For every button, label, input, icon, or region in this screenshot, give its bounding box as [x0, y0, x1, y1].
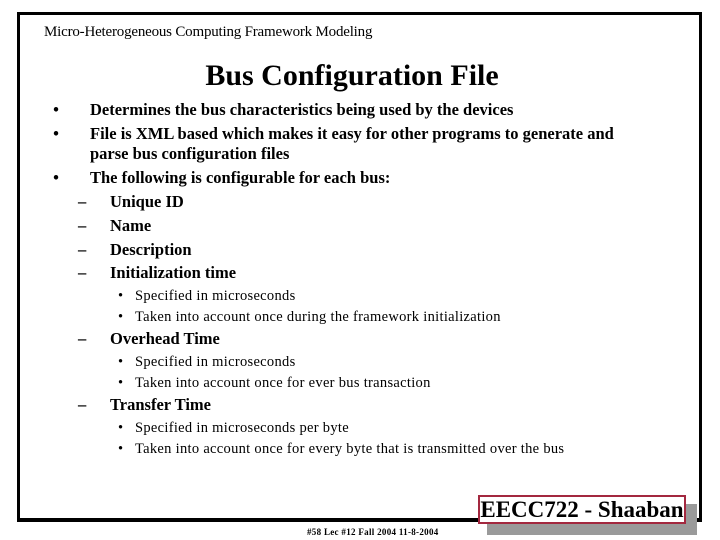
bullet-marker: •	[53, 100, 59, 119]
dash-marker: –	[78, 216, 87, 235]
detail-text: Taken into account once during the frame…	[135, 309, 501, 325]
detail-text: Specified in microseconds per byte	[135, 420, 349, 436]
slide-frame: Micro-Heterogeneous Computing Framework …	[17, 12, 702, 522]
dash-marker: –	[78, 240, 87, 259]
bullet-text: File is XML based which makes it easy fo…	[90, 124, 614, 143]
slide-header: Micro-Heterogeneous Computing Framework …	[44, 24, 373, 40]
detail-text: Taken into account once for every byte t…	[135, 441, 565, 457]
dash-marker: –	[78, 192, 87, 211]
detail-marker: •	[118, 420, 124, 436]
detail-text: Specified in microseconds	[135, 288, 296, 304]
detail-text: Taken into account once for ever bus tra…	[135, 375, 431, 391]
sub-item-label: Overhead Time	[110, 329, 220, 348]
detail-marker: •	[118, 309, 124, 325]
detail-marker: •	[118, 441, 124, 457]
sub-item-label: Initialization time	[110, 263, 237, 282]
detail-text: Specified in microseconds	[135, 354, 296, 370]
bullet-marker: •	[53, 124, 59, 143]
dash-marker: –	[78, 263, 87, 282]
sub-item-label: Name	[110, 216, 152, 235]
slide-footer: #58 Lec #12 Fall 2004 11-8-2004	[307, 527, 439, 537]
sub-item-label: Unique ID	[110, 192, 184, 211]
course-badge: EECC722 - Shaaban	[478, 495, 686, 524]
dash-marker: –	[78, 395, 87, 414]
detail-marker: •	[118, 354, 124, 370]
bullet-text: Determines the bus characteristics being…	[90, 100, 514, 119]
bullet-marker: •	[53, 168, 59, 187]
bullet-text: The following is configurable for each b…	[90, 168, 391, 187]
slide-title: Bus Configuration File	[205, 59, 499, 92]
detail-marker: •	[118, 375, 124, 391]
bullet-text: parse bus configuration files	[90, 144, 290, 163]
dash-marker: –	[78, 329, 87, 348]
sub-item-label: Transfer Time	[110, 395, 211, 414]
course-badge-text: EECC722 - Shaaban	[480, 497, 684, 522]
detail-marker: •	[118, 288, 124, 304]
sub-item-label: Description	[110, 240, 192, 259]
